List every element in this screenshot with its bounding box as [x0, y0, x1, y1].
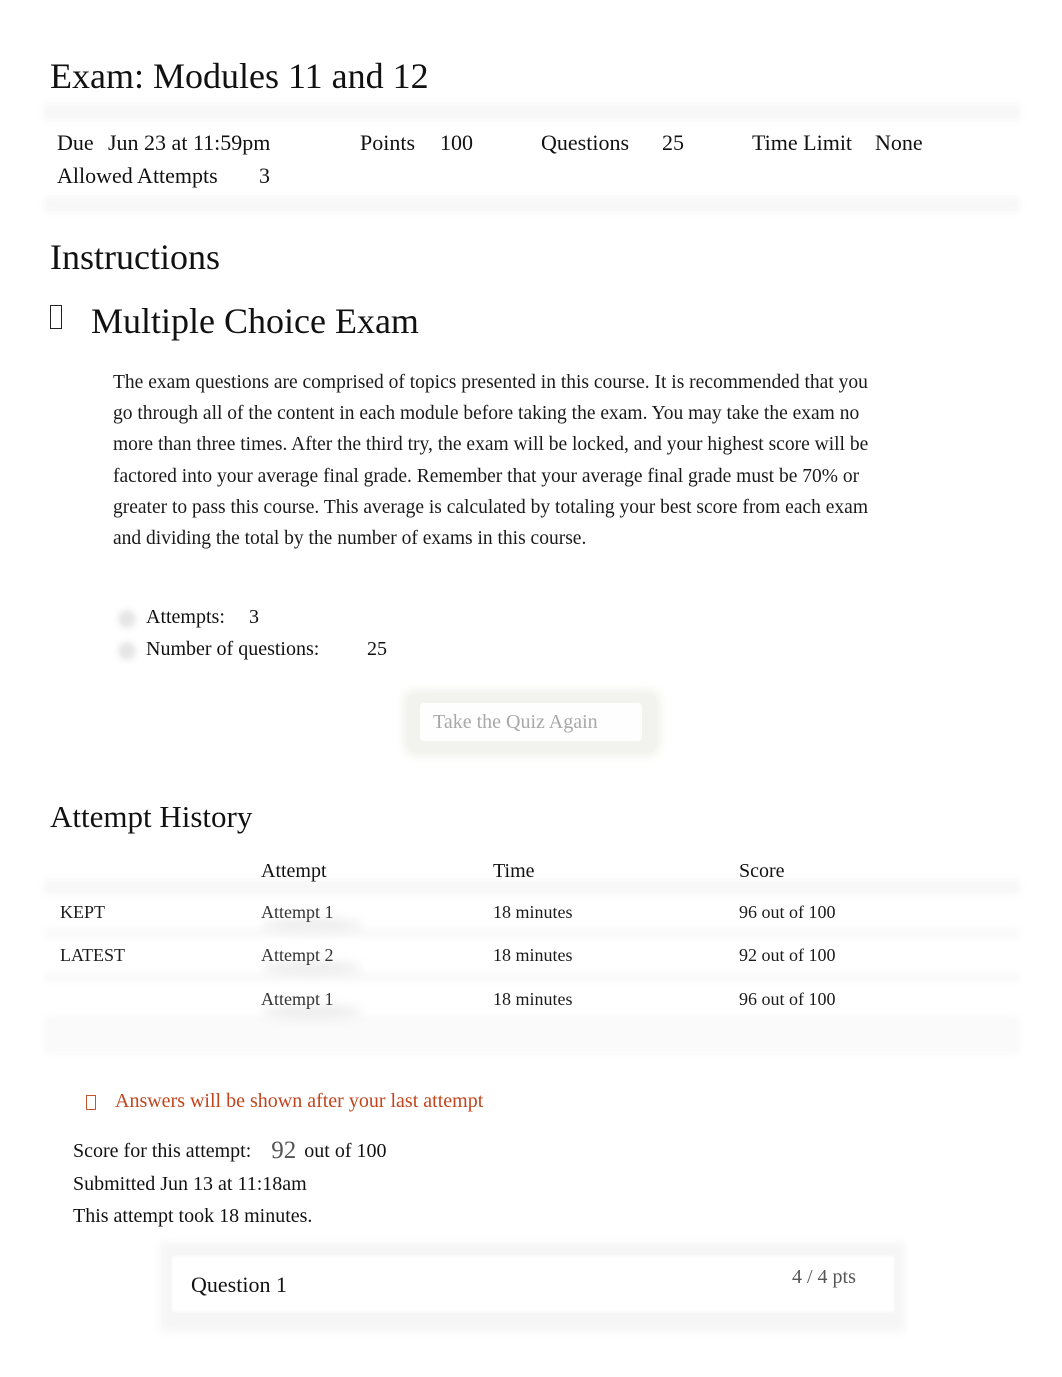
attempt-history-heading: Attempt History — [50, 799, 253, 834]
attempt-score: 92 out of 100 — [739, 945, 836, 965]
questions-label: Questions — [541, 130, 629, 155]
answers-warning: Answers will be shown after your last at… — [115, 1090, 484, 1112]
take-quiz-again-button[interactable]: Take the Quiz Again — [420, 703, 642, 741]
attempt-link[interactable]: Attempt 1 — [261, 901, 334, 923]
score-line: Score for this attempt: 92 out of 100 — [73, 1137, 387, 1164]
row-divider — [44, 928, 1020, 938]
due-label: Due — [57, 130, 94, 155]
num-questions-value: 25 — [367, 638, 387, 660]
time-limit-label: Time Limit — [752, 130, 853, 155]
attempt-time: 18 minutes — [493, 902, 573, 922]
bullet-icon — [118, 610, 136, 628]
exam-subheading: Multiple Choice Exam — [91, 301, 419, 341]
attempt-time: 18 minutes — [493, 945, 573, 965]
due-value: Jun 23 at 11:59pm — [108, 130, 271, 155]
meta-top-border — [44, 104, 1020, 120]
table-footer — [44, 1016, 1020, 1054]
points-value: 100 — [440, 130, 473, 155]
instructions-paragraph: The exam questions are comprised of topi… — [113, 372, 869, 550]
document-icon — [50, 305, 62, 329]
attempt-link[interactable]: Attempt 1 — [261, 988, 334, 1010]
column-header-time: Time — [493, 860, 535, 882]
questions-value: 25 — [662, 130, 684, 155]
num-questions-label: Number of questions: — [146, 638, 320, 660]
row-divider — [44, 972, 1020, 982]
question-title: Question 1 — [191, 1272, 287, 1297]
points-label: Points — [360, 130, 416, 155]
column-header-attempt: Attempt — [261, 860, 327, 882]
attempt-duration: This attempt took 18 minutes. — [73, 1205, 313, 1227]
attempts-label: Attempts: — [146, 606, 225, 628]
question-points: 4 / 4 pts — [792, 1266, 856, 1288]
score-suffix: out of 100 — [304, 1140, 387, 1162]
allowed-attempts-label: Allowed Attempts — [57, 163, 218, 188]
warning-icon — [86, 1095, 96, 1110]
row-tag-latest: LATEST — [60, 945, 125, 965]
attempt-link[interactable]: Attempt 2 — [261, 944, 334, 966]
page-title: Exam: Modules 11 and 12 — [50, 56, 429, 96]
bullet-icon — [118, 642, 136, 660]
score-label: Score for this attempt: — [73, 1140, 252, 1162]
row-tag-kept: KEPT — [60, 902, 105, 922]
attempt-time: 18 minutes — [493, 989, 573, 1009]
attempt-score: 96 out of 100 — [739, 989, 836, 1009]
submitted-time: Submitted Jun 13 at 11:18am — [73, 1173, 307, 1195]
attempts-value: 3 — [249, 606, 259, 628]
meta-bottom-border — [44, 197, 1020, 213]
attempt-score: 96 out of 100 — [739, 902, 836, 922]
allowed-attempts-value: 3 — [259, 163, 270, 188]
score-value: 92 — [271, 1137, 297, 1164]
time-limit-value: None — [875, 130, 923, 155]
instructions-heading: Instructions — [50, 237, 220, 277]
column-header-score: Score — [739, 860, 785, 882]
